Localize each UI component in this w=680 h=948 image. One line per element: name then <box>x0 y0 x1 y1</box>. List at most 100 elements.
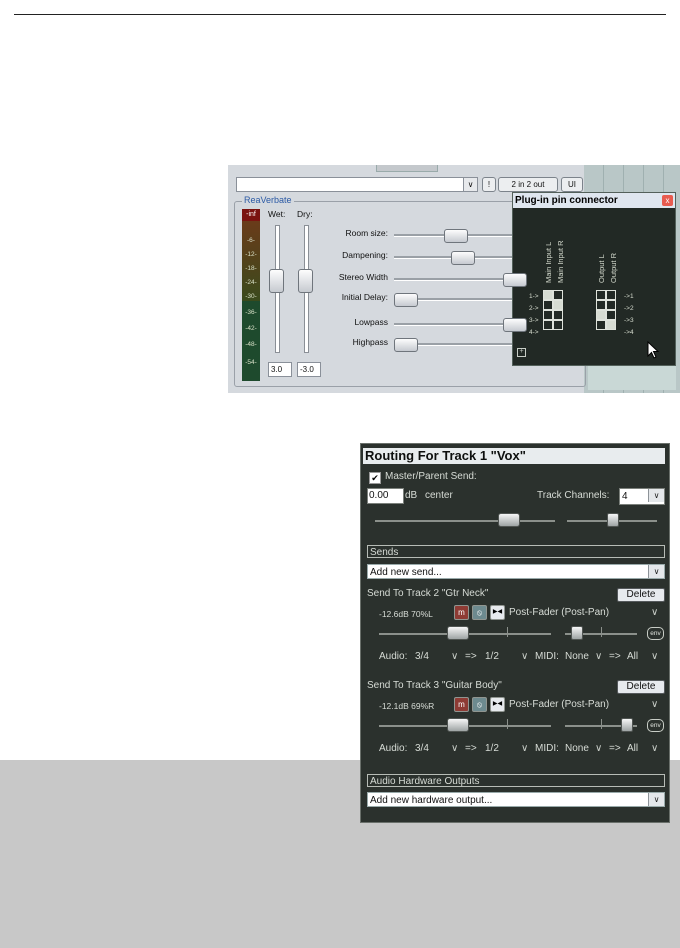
mute-icon[interactable]: ⦸ <box>472 697 487 712</box>
param-label: Room size: <box>345 228 388 238</box>
volume-field[interactable]: 0.00 <box>367 488 404 504</box>
master-send-checkbox[interactable]: ✔ <box>369 472 381 484</box>
wet-value[interactable]: 3.0 <box>268 362 292 377</box>
track-channels-select[interactable]: 4 ∨ <box>619 488 665 505</box>
chevron-down-icon[interactable]: ∨ <box>595 743 602 754</box>
hw-outputs-header: Audio Hardware Outputs <box>367 774 665 787</box>
volume-slider[interactable] <box>498 513 520 527</box>
send-pan-slider[interactable] <box>621 718 634 732</box>
pin-cell[interactable] <box>553 300 563 310</box>
out-row-label: ->2 <box>624 305 634 312</box>
chevron-down-icon[interactable]: ∨ <box>451 743 458 754</box>
add-send-select[interactable]: Add new send... ∨ <box>367 564 665 579</box>
envelope-button[interactable]: env <box>647 719 664 732</box>
pan-slider[interactable] <box>607 513 619 527</box>
midi-dst[interactable]: All <box>627 651 638 662</box>
envelope-button[interactable]: env <box>647 627 664 640</box>
param-slider[interactable] <box>394 293 418 307</box>
chevron-down-icon[interactable]: ∨ <box>521 743 528 754</box>
wet-fader[interactable] <box>269 269 284 293</box>
chevron-down-icon[interactable]: ∨ <box>648 489 664 502</box>
output-pin-grid <box>596 290 620 330</box>
pin-cell[interactable] <box>606 320 616 330</box>
send-pan-slider[interactable] <box>570 626 583 640</box>
chevron-down-icon[interactable]: ∨ <box>651 699 658 710</box>
io-button[interactable]: 2 in 2 out <box>498 177 558 192</box>
chevron-down-icon[interactable]: ∨ <box>648 565 664 578</box>
delete-send-button[interactable]: Delete <box>617 680 665 694</box>
add-hw-output-label: Add new hardware output... <box>370 795 493 806</box>
midi-src[interactable]: None <box>565 651 589 662</box>
meter-peak: -inf <box>242 209 260 221</box>
master-send-label: Master/Parent Send: <box>385 471 477 482</box>
pin-cell[interactable] <box>543 300 553 310</box>
pin-cell[interactable] <box>596 320 606 330</box>
pin-cell[interactable] <box>543 290 553 300</box>
param-button[interactable]: ! <box>482 177 496 192</box>
chevron-down-icon[interactable]: ∨ <box>451 651 458 662</box>
param-slider[interactable] <box>450 251 475 265</box>
send-mode[interactable]: Post-Fader (Post-Pan) <box>509 607 609 618</box>
chevron-down-icon[interactable]: ∨ <box>648 793 664 806</box>
send-mode[interactable]: Post-Fader (Post-Pan) <box>509 699 609 710</box>
volume-slider-track <box>375 520 555 522</box>
chevron-down-icon[interactable]: ∨ <box>651 607 658 618</box>
pin-cell[interactable] <box>596 300 606 310</box>
param-slider[interactable] <box>502 273 527 287</box>
send-volume-slider[interactable] <box>447 718 470 732</box>
param-slider[interactable] <box>502 318 527 332</box>
output-label: Output R <box>609 252 618 283</box>
add-hw-output-select[interactable]: Add new hardware output... ∨ <box>367 792 665 807</box>
reaverbate-window: ∨ ! 2 in 2 out UI ReaVerbate -inf -6- -1… <box>228 165 680 393</box>
chevron-down-icon[interactable]: ∨ <box>651 651 658 662</box>
audio-dst[interactable]: 1/2 <box>485 743 499 754</box>
in-row-label: 4-> <box>529 329 539 336</box>
resize-handle[interactable] <box>376 165 438 172</box>
param-slider[interactable] <box>394 338 418 352</box>
chevron-down-icon[interactable]: ∨ <box>521 651 528 662</box>
pin-cell[interactable] <box>606 310 616 320</box>
send-level: -12.6dB 70%L <box>379 609 433 619</box>
param-label: Highpass <box>352 337 388 347</box>
plus-icon[interactable]: + <box>517 348 526 357</box>
param-label: Stereo Width <box>338 272 388 282</box>
dry-value[interactable]: -3.0 <box>297 362 321 377</box>
mono-icon[interactable]: m <box>454 697 469 712</box>
param-slider[interactable] <box>443 229 468 243</box>
pin-cell[interactable] <box>553 320 563 330</box>
pin-cell[interactable] <box>596 310 606 320</box>
pin-cell[interactable] <box>553 290 563 300</box>
phase-icon[interactable]: ▶◀ <box>490 697 505 712</box>
midi-src[interactable]: None <box>565 743 589 754</box>
input-pin-grid <box>543 290 567 330</box>
pin-cell[interactable] <box>596 290 606 300</box>
pin-cell[interactable] <box>553 310 563 320</box>
output-label: Output L <box>597 254 606 283</box>
pin-cell[interactable] <box>543 320 553 330</box>
output-meter: -inf -6- -12- -18- -24- -30- -36- -42- -… <box>242 209 260 381</box>
chevron-down-icon[interactable]: ∨ <box>595 651 602 662</box>
meter-tick: -18- <box>245 265 257 272</box>
send-volume-slider[interactable] <box>447 626 470 640</box>
audio-src[interactable]: 3/4 <box>415 743 429 754</box>
pin-cell[interactable] <box>606 290 616 300</box>
delete-send-button[interactable]: Delete <box>617 588 665 602</box>
send-level: -12.1dB 69%R <box>379 701 435 711</box>
chevron-down-icon[interactable]: ∨ <box>651 743 658 754</box>
preset-combo[interactable]: ∨ <box>236 177 478 192</box>
mono-icon[interactable]: m <box>454 605 469 620</box>
meter-tick: -48- <box>245 341 257 348</box>
ui-button[interactable]: UI <box>561 177 583 192</box>
close-icon[interactable]: x <box>662 195 673 206</box>
audio-dst[interactable]: 1/2 <box>485 651 499 662</box>
chevron-down-icon[interactable]: ∨ <box>463 178 477 191</box>
midi-dst[interactable]: All <box>627 743 638 754</box>
mute-icon[interactable]: ⦸ <box>472 605 487 620</box>
phase-icon[interactable]: ▶◀ <box>490 605 505 620</box>
audio-src[interactable]: 3/4 <box>415 651 429 662</box>
pin-cell[interactable] <box>606 300 616 310</box>
pin-connector-window: Plug-in pin connector x Main Input L Mai… <box>512 192 676 366</box>
wet-label: Wet: <box>268 209 286 219</box>
unity-tick <box>507 719 508 729</box>
pin-cell[interactable] <box>543 310 553 320</box>
